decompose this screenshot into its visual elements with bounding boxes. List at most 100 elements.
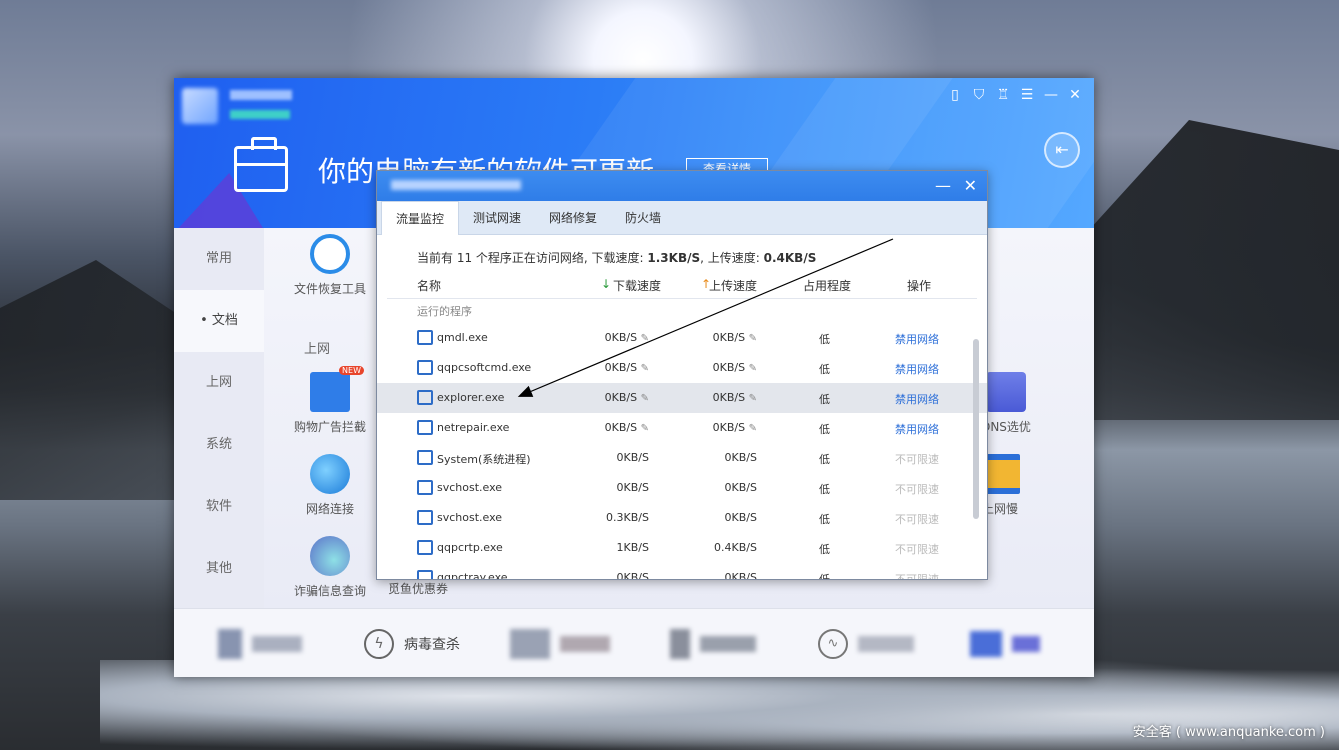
edit-pencil-icon[interactable]: ✎ <box>749 333 757 344</box>
tool-fraud-check[interactable]: 诈骗信息查询 <box>288 536 372 599</box>
process-row[interactable]: qqpcsoftcmd.exe 0KB/S ✎ 0KB/S ✎ 低禁用网络 <box>377 353 987 383</box>
nav-item-system[interactable]: 系统 <box>174 414 264 476</box>
tool-ad-block[interactable]: NEW 购物广告拦截 <box>288 366 372 435</box>
minimize-icon[interactable]: — <box>1042 86 1060 104</box>
column-download[interactable]: 下载速度 <box>613 277 661 294</box>
no-limit-label: 不可限速 <box>895 573 939 580</box>
process-occupy-level: 低 <box>819 483 830 496</box>
nav-item-internet[interactable]: 上网 <box>174 352 264 414</box>
new-badge: NEW <box>339 366 364 375</box>
process-download-speed: 0.3KB/S <box>606 511 649 524</box>
process-icon <box>417 570 433 579</box>
process-name: qmdl.exe <box>437 331 488 344</box>
process-download-speed: 0KB/S ✎ <box>605 421 649 434</box>
process-row[interactable]: netrepair.exe 0KB/S ✎ 0KB/S ✎ 低禁用网络 <box>377 413 987 443</box>
edit-pencil-icon[interactable]: ✎ <box>641 393 649 404</box>
sidebar-toggle-icon[interactable]: ⇤ <box>1044 132 1080 168</box>
tool-label: 觅鱼优惠券 <box>387 582 448 596</box>
tab-firewall[interactable]: 防火墙 <box>611 201 675 235</box>
bottom-item-3[interactable] <box>510 629 610 659</box>
process-download-speed: 0KB/S <box>617 571 649 579</box>
process-upload-speed: 0KB/S ✎ <box>713 361 757 374</box>
blurred-label <box>858 636 914 652</box>
minimize-icon[interactable]: — <box>935 176 951 195</box>
shirt-icon[interactable]: ♖ <box>994 86 1012 104</box>
disable-network-link[interactable]: 禁用网络 <box>895 331 939 347</box>
close-icon[interactable]: ✕ <box>1066 86 1084 104</box>
edit-pencil-icon[interactable]: ✎ <box>749 363 757 374</box>
download-value: 0KB/S <box>604 361 638 374</box>
tool-network-connection[interactable]: 网络连接 <box>288 454 372 517</box>
download-value: 0KB/S <box>604 331 638 344</box>
group-label-running: 运行的程序 <box>417 305 472 318</box>
process-icon <box>417 450 433 465</box>
bottom-item-virus-scan[interactable]: ϟ 病毒查杀 <box>364 629 460 659</box>
process-icon <box>417 510 433 525</box>
column-upload[interactable]: 上传速度 <box>709 277 757 294</box>
nav-item-software[interactable]: 软件 <box>174 476 264 538</box>
process-icon <box>417 540 433 555</box>
ad-block-icon: NEW <box>310 366 364 412</box>
process-name: netrepair.exe <box>437 421 510 434</box>
traffic-monitor-window: — ✕ 流量监控 测试网速 网络修复 防火墙 当前有 11 个程序正在访问网络,… <box>376 170 988 580</box>
close-icon[interactable]: ✕ <box>964 176 977 195</box>
process-row[interactable]: svchost.exe 0.3KB/S 0KB/S 低 不可限速 <box>377 503 987 533</box>
blurred-label <box>700 636 756 652</box>
menu-icon[interactable]: ☰ <box>1018 86 1036 104</box>
process-upload-speed: 0KB/S <box>725 511 757 524</box>
process-upload-speed: 0KB/S ✎ <box>713 331 757 344</box>
tab-traffic-monitor[interactable]: 流量监控 <box>381 201 460 235</box>
bottom-item-4[interactable] <box>670 629 756 659</box>
process-upload-speed: 0KB/S <box>725 571 757 579</box>
bottom-item-6[interactable] <box>970 629 1040 659</box>
disable-network-link[interactable]: 禁用网络 <box>895 421 939 437</box>
column-name[interactable]: 名称 <box>417 277 441 294</box>
tool-file-recovery[interactable]: 文件恢复工具 <box>288 234 372 297</box>
no-limit-label: 不可限速 <box>895 453 939 466</box>
pulse-icon: ∿ <box>818 629 848 659</box>
edit-pencil-icon[interactable]: ✎ <box>641 333 649 344</box>
nav-item-common[interactable]: 常用 <box>174 228 264 290</box>
download-value: 1KB/S <box>616 541 649 554</box>
down-arrow-icon: ↓ <box>601 277 612 291</box>
nav-item-other[interactable]: 其他 <box>174 538 264 600</box>
phone-icon[interactable]: ▯ <box>946 86 964 104</box>
process-row[interactable]: qmdl.exe 0KB/S ✎ 0KB/S ✎ 低禁用网络 <box>377 323 987 353</box>
tool-label: 文件恢复工具 <box>293 282 366 296</box>
no-limit-label: 不可限速 <box>895 543 939 556</box>
process-download-speed: 0KB/S <box>617 451 649 464</box>
process-row[interactable]: qqpcrtp.exe 1KB/S 0.4KB/S 低 不可限速 <box>377 533 987 563</box>
column-occupy[interactable]: 占用程度 <box>803 277 851 294</box>
process-download-speed: 0KB/S ✎ <box>605 331 649 344</box>
process-row[interactable]: System(系统进程) 0KB/S 0KB/S 低 不可限速 <box>377 443 987 473</box>
disable-network-link[interactable]: 禁用网络 <box>895 361 939 377</box>
process-row[interactable]: explorer.exe 0KB/S ✎ 0KB/S ✎ 低禁用网络 <box>377 383 987 413</box>
process-name: qqpcsoftcmd.exe <box>437 361 532 374</box>
edit-pencil-icon[interactable]: ✎ <box>749 423 757 434</box>
tab-speed-test[interactable]: 测试网速 <box>459 201 535 235</box>
disable-network-link[interactable]: 禁用网络 <box>895 391 939 407</box>
nav-item-documents[interactable]: • 文档 <box>174 290 264 352</box>
process-row[interactable]: qqpctray.exe 0KB/S 0KB/S 低 不可限速 <box>377 563 987 580</box>
shield-icon[interactable]: ⛉ <box>970 86 988 104</box>
blurred-label <box>560 636 610 652</box>
edit-pencil-icon[interactable]: ✎ <box>641 363 649 374</box>
tool-coupon[interactable]: 觅鱼优惠券 <box>376 580 460 597</box>
edit-pencil-icon[interactable]: ✎ <box>749 393 757 404</box>
download-value: 0KB/S <box>604 391 638 404</box>
bottom-item-1[interactable] <box>218 629 302 659</box>
bottom-item-label: 病毒查杀 <box>404 637 460 653</box>
tool-label: 购物广告拦截 <box>293 420 366 434</box>
process-icon <box>417 390 433 405</box>
process-upload-speed: 0KB/S ✎ <box>713 391 757 404</box>
process-list-scrollbar[interactable] <box>973 339 979 519</box>
popup-titlebar[interactable]: — ✕ <box>377 171 987 201</box>
tab-network-repair[interactable]: 网络修复 <box>535 201 611 235</box>
bottom-item-5[interactable]: ∿ <box>818 629 914 659</box>
process-occupy-level: 低 <box>819 333 830 346</box>
process-row[interactable]: svchost.exe 0KB/S 0KB/S 低 不可限速 <box>377 473 987 503</box>
upload-value: 0KB/S <box>712 331 746 344</box>
process-download-speed: 0KB/S ✎ <box>605 391 649 404</box>
process-name: svchost.exe <box>437 481 503 494</box>
edit-pencil-icon[interactable]: ✎ <box>641 423 649 434</box>
